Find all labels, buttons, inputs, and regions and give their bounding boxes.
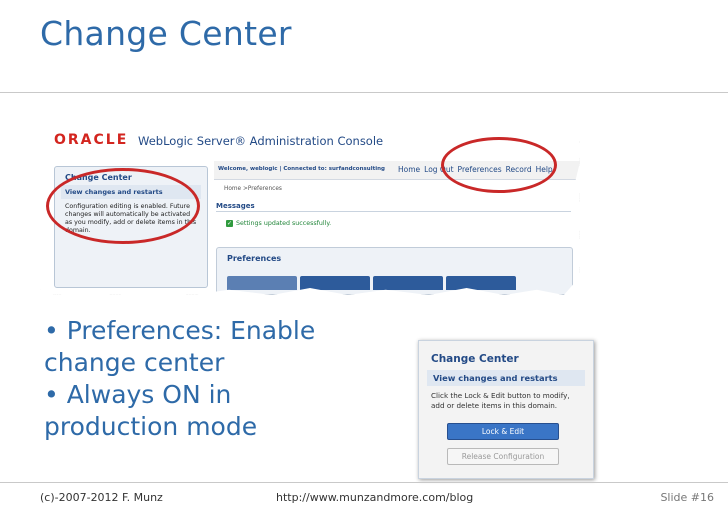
success-message-text: Settings updated successfully. [236,220,332,227]
lock-edit-button[interactable]: Lock & Edit [447,423,559,440]
preferences-panel: Preferences [216,247,573,295]
messages-label: Messages [216,202,255,210]
preferences-tabs [227,276,516,290]
footer-url: http://www.munzandmore.com/blog [276,491,474,504]
slide-title: Change Center [40,14,292,53]
footer-copyright: (c)-2007-2012 F. Munz [40,491,163,504]
release-configuration-button[interactable]: Release Configuration [447,448,559,465]
bullet-list: • Preferences: Enable change center • Al… [44,315,364,443]
small-view-changes-link[interactable]: View changes and restarts [427,370,585,386]
messages-divider [216,211,571,212]
check-icon: ✓ [226,220,233,227]
home-link[interactable]: Home [398,165,420,174]
tab-2[interactable] [300,276,370,290]
highlight-circle-change-center [46,168,200,244]
oracle-logo: ORACLE [54,132,129,148]
tab-3[interactable] [373,276,443,290]
breadcrumb: Home >Preferences [224,186,282,192]
highlight-circle-preferences [441,137,557,193]
console-app-title: WebLogic Server® Administration Console [138,134,384,148]
slide-number: Slide #16 [660,491,714,504]
footer-divider [0,482,728,483]
tab-4[interactable] [446,276,516,290]
welcome-text: Welcome, weblogic | Connected to: surfan… [218,166,385,172]
tab-1[interactable] [227,276,297,290]
bullet-production: • Always ON in production mode [44,380,258,441]
success-message: ✓ Settings updated successfully. [226,220,331,227]
title-divider [0,92,728,93]
preferences-heading: Preferences [227,254,282,263]
change-center-screenshot: Change Center View changes and restarts … [418,340,594,479]
small-change-center-text: Click the Lock & Edit button to modify, … [431,391,570,410]
bullet-preferences: • Preferences: Enable change center [44,316,316,377]
small-change-center-heading: Change Center [431,353,519,365]
